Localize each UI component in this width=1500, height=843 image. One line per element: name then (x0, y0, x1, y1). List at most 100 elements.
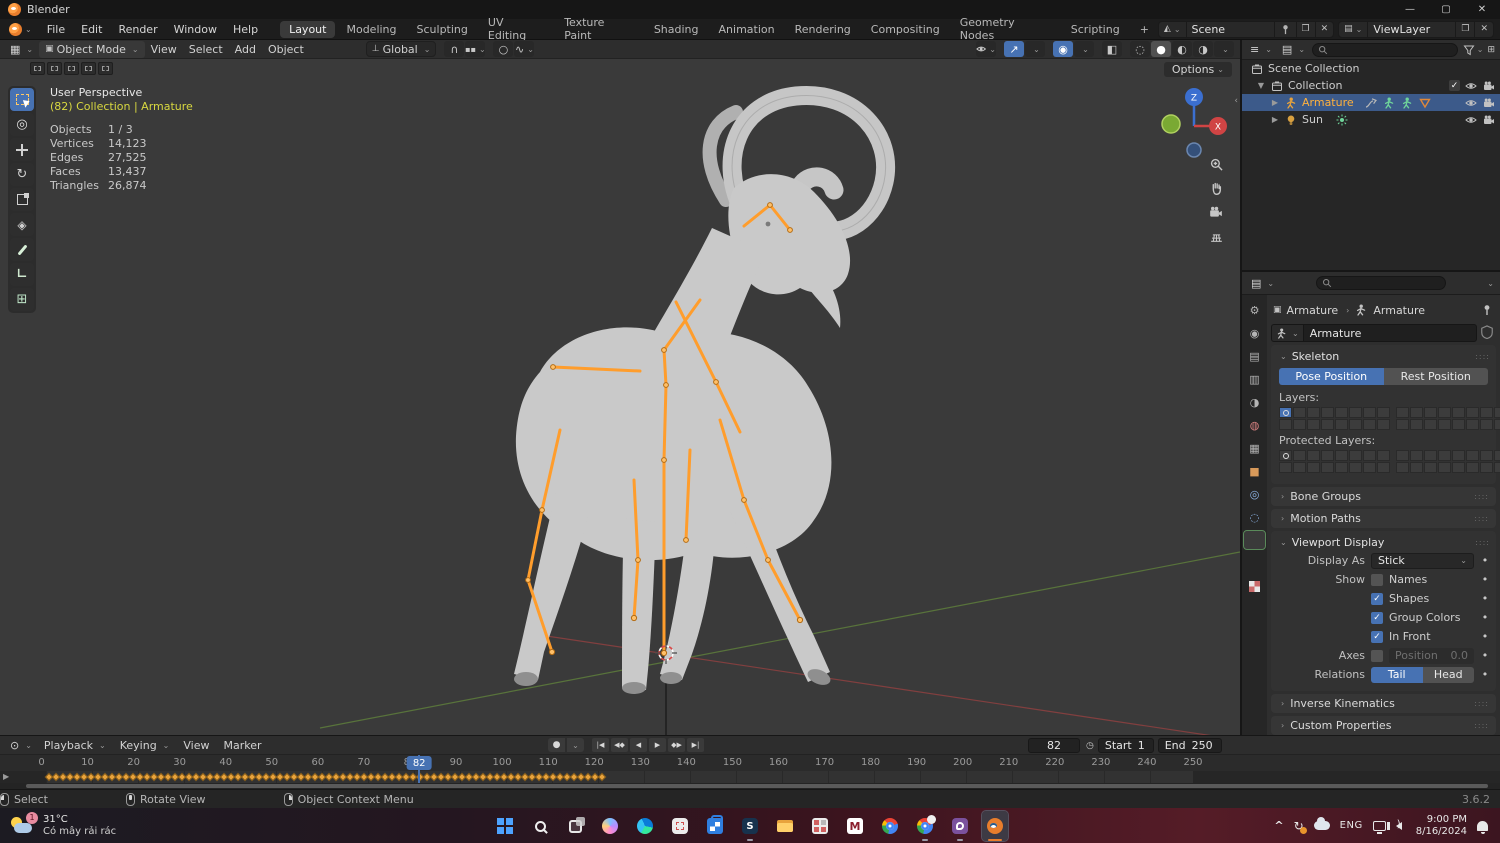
viewport-menu-object[interactable]: Object (262, 41, 310, 58)
layer-toggle[interactable] (1410, 450, 1423, 461)
notifications-bell-icon[interactable] (1477, 820, 1488, 834)
playback-menu[interactable]: Playback ⌄ (38, 737, 112, 754)
layer-toggle[interactable] (1279, 450, 1292, 461)
scene-browse-button[interactable]: ◭ ⌄ (1159, 22, 1186, 37)
layer-toggle[interactable] (1396, 450, 1409, 461)
new-collection-button[interactable]: ⊞ (1487, 45, 1495, 55)
expand-arrow-icon[interactable]: ▶ (1270, 98, 1280, 107)
taskbar-icon-edge[interactable] (632, 811, 658, 841)
inverse-kinematics-panel-header[interactable]: › Inverse Kinematics:::: (1271, 694, 1496, 713)
taskbar-icon-copilot[interactable] (597, 811, 623, 841)
animate-dot[interactable]: • (1480, 649, 1490, 662)
viewlayer-remove-button[interactable]: ✕ (1474, 21, 1493, 37)
layer-toggle[interactable] (1466, 462, 1479, 473)
language-indicator[interactable]: ENG (1340, 820, 1363, 831)
tool-scale[interactable] (10, 188, 34, 211)
tool-select-box[interactable] (10, 88, 34, 111)
layer-toggle[interactable] (1349, 462, 1362, 473)
pan-hand-button[interactable] (1204, 176, 1228, 200)
scene-unlink-button[interactable]: ✕ (1314, 21, 1334, 37)
layer-toggle[interactable] (1396, 419, 1409, 430)
gizmos-toggle[interactable]: ↗ (1004, 41, 1024, 57)
transport-jump-to-end[interactable]: ▶| (687, 738, 704, 752)
transport-play[interactable]: ▶ (649, 738, 666, 752)
shading-solid-button[interactable]: ● (1151, 41, 1171, 57)
layer-toggle[interactable] (1279, 462, 1292, 473)
current-frame-badge[interactable]: 82 (406, 756, 432, 770)
exclude-checkbox[interactable] (1449, 80, 1460, 91)
weather-widget[interactable]: 1 31°C Có mây rải rác (0, 811, 116, 838)
properties-tab-world[interactable] (1244, 416, 1265, 434)
timeline-ruler[interactable]: 0102030405060708090100110120130140150160… (0, 755, 1500, 771)
layer-toggle[interactable] (1363, 462, 1376, 473)
layer-toggle[interactable] (1410, 462, 1423, 473)
properties-tab-tool[interactable] (1244, 301, 1265, 319)
layer-toggle[interactable] (1424, 407, 1437, 418)
display-as-dropdown[interactable]: Stick ⌄ (1371, 552, 1474, 569)
render-camera-icon[interactable] (1482, 97, 1496, 109)
viewport-menu-view[interactable]: View (145, 41, 183, 58)
navigation-gizmo[interactable]: Z X (1156, 84, 1232, 160)
layer-toggle[interactable] (1452, 419, 1465, 430)
hidden-icons-chevron[interactable]: ^ (1274, 819, 1283, 832)
viewlayer-browse-button[interactable]: ▤ ⌄ (1339, 22, 1367, 37)
layer-toggle[interactable] (1349, 419, 1362, 430)
taskbar-icon-search[interactable] (527, 811, 553, 841)
current-frame-field[interactable]: 82 (1028, 738, 1080, 753)
properties-tab-bone[interactable] (1244, 554, 1265, 572)
select-mode-extend[interactable] (47, 62, 62, 75)
layer-toggle[interactable] (1279, 407, 1292, 418)
animate-dot[interactable]: • (1480, 630, 1490, 643)
taskbar-icon-chrome[interactable] (877, 811, 903, 841)
taskbar-icon-store[interactable] (702, 811, 728, 841)
layer-toggle[interactable] (1293, 462, 1306, 473)
outliner-row-scene-collection[interactable]: Scene Collection (1242, 60, 1500, 77)
render-camera-icon[interactable] (1482, 114, 1496, 126)
scene-new-button[interactable]: ❐ (1295, 21, 1315, 37)
datablock-browse-button[interactable]: ⌄ (1271, 324, 1303, 342)
keying-set-dropdown[interactable]: ⌄ (567, 738, 584, 752)
transport-next-keyframe[interactable]: ◆▶ (668, 738, 685, 752)
blender-menu-button[interactable]: ⌄ (0, 22, 39, 36)
custom-properties-panel-header[interactable]: › Custom Properties:::: (1271, 716, 1496, 735)
timeline-scrollbar[interactable] (0, 783, 1500, 789)
outliner-search-input[interactable] (1312, 42, 1458, 57)
properties-search-input[interactable] (1315, 276, 1446, 290)
fake-user-shield-icon[interactable] (1480, 325, 1496, 341)
workspace-tab-shading[interactable]: Shading (645, 21, 708, 38)
layer-toggle[interactable] (1410, 419, 1423, 430)
layer-toggle[interactable] (1307, 462, 1320, 473)
taskbar-icon-snipping-tool[interactable] (667, 811, 693, 841)
maximize-button[interactable]: ▢ (1428, 0, 1464, 19)
layer-toggle[interactable] (1452, 450, 1465, 461)
overlays-toggle[interactable]: ◉ (1053, 41, 1073, 57)
relations-option-head[interactable]: Head (1422, 666, 1474, 683)
viewport-menu-select[interactable]: Select (183, 41, 229, 58)
datablock-name-input[interactable]: Armature (1302, 324, 1477, 342)
keying-menu[interactable]: Keying ⌄ (114, 737, 176, 754)
channel-expand-arrow[interactable]: ▶ (3, 772, 9, 781)
properties-editor-type[interactable]: ▤ ⌄ (1248, 275, 1277, 292)
layer-toggle[interactable] (1396, 407, 1409, 418)
layer-toggle[interactable] (1335, 419, 1348, 430)
layer-toggle[interactable] (1480, 450, 1493, 461)
minimize-button[interactable]: — (1392, 0, 1428, 19)
workspace-tab-sculpting[interactable]: Sculpting (408, 21, 477, 38)
shading-dropdown[interactable]: ⌄ (1214, 41, 1234, 57)
close-button[interactable]: ✕ (1464, 0, 1500, 19)
taskbar-icon-start[interactable] (492, 811, 518, 841)
relations-option-tail[interactable]: Tail (1371, 666, 1423, 683)
outliner-row-armature[interactable]: ▶ Armature (1242, 94, 1500, 111)
hide-eye-icon[interactable] (1464, 114, 1478, 126)
layer-toggle[interactable] (1424, 462, 1437, 473)
breadcrumb-object[interactable]: Armature (1287, 304, 1339, 317)
layer-toggle[interactable] (1307, 450, 1320, 461)
layer-toggle[interactable] (1466, 419, 1479, 430)
render-camera-icon[interactable] (1482, 80, 1496, 92)
tool-rotate[interactable] (10, 163, 34, 186)
layer-toggle[interactable] (1424, 450, 1437, 461)
layer-toggle[interactable] (1321, 407, 1334, 418)
update-sync-icon[interactable]: ↻ (1294, 819, 1307, 834)
menu-help[interactable]: Help (225, 19, 266, 40)
layer-toggle[interactable] (1494, 462, 1500, 473)
